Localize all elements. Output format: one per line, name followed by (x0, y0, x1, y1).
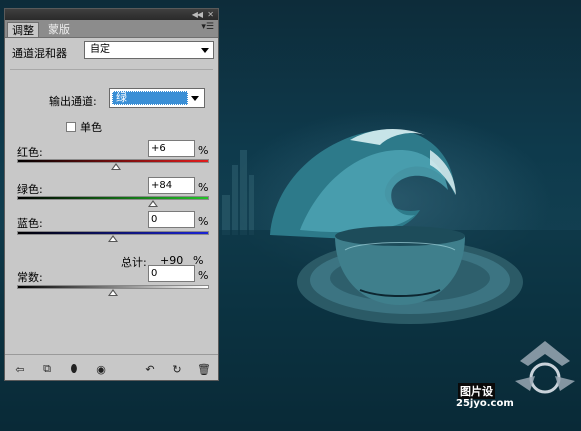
divider (10, 69, 213, 70)
close-icon[interactable]: ✕ (207, 9, 214, 20)
panel-tabs: 调整 蒙版 ▾☰ (5, 20, 218, 38)
blue-slider-thumb[interactable] (108, 235, 118, 242)
red-slider-thumb[interactable] (110, 163, 121, 170)
blue-label: 蓝色: (17, 217, 43, 230)
reset-icon[interactable]: ↻ (170, 362, 184, 376)
tab-adjustments[interactable]: 调整 (7, 22, 39, 37)
output-channel-dropdown[interactable]: 绿 (109, 88, 205, 108)
green-slider-track[interactable] (17, 196, 209, 200)
back-arrow-icon[interactable]: ⇦ (13, 362, 27, 376)
red-label: 红色: (17, 146, 43, 159)
tab-masks[interactable]: 蒙版 (44, 22, 74, 37)
green-input[interactable]: +84 (148, 177, 195, 194)
previous-state-icon[interactable]: ↶ (143, 362, 157, 376)
watermark-line1: 图片设 (458, 383, 495, 399)
clip-layer-icon[interactable]: ⬮ (67, 362, 81, 376)
trash-icon[interactable]: 🗑 (197, 362, 211, 376)
blue-unit: % (198, 215, 209, 228)
green-slider-thumb[interactable] (148, 200, 159, 207)
total-label: 总计: (121, 256, 147, 269)
visibility-eye-icon[interactable]: ◉ (94, 362, 108, 376)
panel-menu-icon[interactable]: ▾☰ (201, 22, 214, 32)
constant-label: 常数: (17, 271, 43, 284)
adjustments-panel: ◀◀ ✕ 调整 蒙版 ▾☰ 通道混和器 自定 输出通道: 绿 单色 红色: +6… (4, 8, 219, 381)
watermark-line2: 25jyo.com (456, 398, 514, 409)
constant-slider-thumb[interactable] (108, 289, 118, 296)
output-channel-value: 绿 (112, 91, 188, 105)
monochrome-label: 单色 (80, 121, 102, 134)
red-unit: % (198, 144, 209, 157)
chevron-down-icon (201, 48, 209, 53)
chevron-down-icon (191, 96, 199, 101)
red-input[interactable]: +6 (148, 140, 195, 157)
green-unit: % (198, 181, 209, 194)
green-label: 绿色: (17, 183, 43, 196)
collapse-icon[interactable]: ◀◀ (192, 9, 203, 20)
expand-view-icon[interactable]: ⧉ (40, 362, 54, 376)
monochrome-checkbox[interactable] (66, 122, 76, 132)
constant-unit: % (198, 269, 209, 282)
watermark-logo (515, 341, 575, 394)
panel-title-bar[interactable]: ◀◀ ✕ (5, 9, 218, 20)
divider (5, 354, 218, 355)
preset-dropdown[interactable]: 自定 (84, 41, 214, 59)
blue-input[interactable]: 0 (148, 211, 195, 228)
constant-input[interactable]: 0 (148, 265, 195, 282)
preset-value: 自定 (90, 44, 110, 55)
output-channel-label: 输出通道: (49, 95, 97, 108)
preset-label: 通道混和器 (12, 47, 67, 60)
